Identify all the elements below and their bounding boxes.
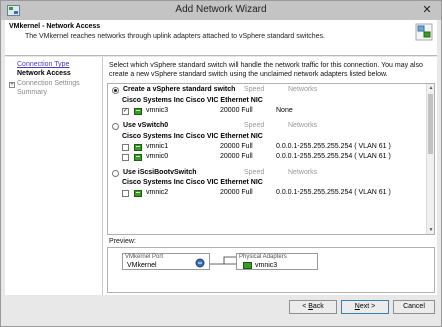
step-content: Select which vSphere standard switch wil… — [105, 57, 437, 295]
adapter-networks: 0.0.0.1-255.255.255.254 ( VLAN 61 ) — [276, 153, 391, 160]
window-title: Add Network Wizard — [175, 4, 267, 15]
speed-column-header: Speed — [244, 86, 265, 93]
preview-pane: VMkernel Port VMkernel Physical Adapters… — [107, 247, 435, 293]
back-button[interactable]: < Back — [289, 300, 337, 314]
adapter-name: vmnic1 — [146, 143, 169, 150]
nav-connection-settings: Connection Settings — [17, 80, 80, 87]
nic-group-title: Cisco Systems Inc Cisco VIC Ethernet NIC — [122, 133, 263, 140]
physical-adapters-group: Physical Adapters vmnic3 — [236, 253, 318, 270]
adapter-speed: 20000 Full — [220, 189, 253, 196]
network-adapter-icon — [134, 144, 142, 151]
window-close-button[interactable]: ✕ — [417, 3, 437, 18]
step-subtitle: The VMkernel reaches networks through up… — [25, 33, 325, 40]
option-use-iscsibootvswitch[interactable]: Use iScsiBootvSwitch Speed Networks — [112, 169, 432, 179]
expand-connection-settings-icon[interactable]: + — [9, 82, 15, 88]
adapter-checkbox[interactable]: ✓ — [122, 108, 129, 115]
connection-line — [210, 256, 236, 265]
adapter-speed: 20000 Full — [220, 143, 253, 150]
switch-selection-list: Create a vSphere standard switch Speed N… — [107, 83, 435, 235]
back-rest: ack — [312, 303, 324, 310]
wizard-header: VMkernel - Network Access The VMkernel r… — [5, 20, 437, 56]
network-adapter-icon — [243, 262, 252, 269]
radio-use-iscsibootvswitch[interactable] — [112, 170, 119, 177]
step-title: VMkernel - Network Access — [9, 23, 101, 30]
next-button[interactable]: Next > — [341, 300, 389, 314]
nav-network-access: Network Access — [17, 70, 71, 77]
nic-group-title: Cisco Systems Inc Cisco VIC Ethernet NIC — [122, 179, 263, 186]
adapter-row[interactable]: ✓ vmnic3 20000 Full None — [122, 107, 422, 116]
radio-create-switch[interactable] — [112, 87, 119, 94]
nic-group-title: Cisco Systems Inc Cisco VIC Ethernet NIC — [122, 97, 263, 104]
network-adapter-icon — [134, 108, 142, 115]
wizard-body: Connection Type Network Access + Connect… — [5, 57, 437, 295]
scroll-down-icon[interactable]: ▼ — [427, 226, 434, 234]
adapter-networks: None — [276, 107, 293, 114]
wizard-steps-nav: Connection Type Network Access + Connect… — [5, 57, 103, 295]
option-create-switch[interactable]: Create a vSphere standard switch Speed N… — [112, 86, 432, 96]
instructions-text: Select which vSphere standard switch wil… — [109, 62, 423, 78]
adapter-networks: 0.0.0.1-255.255.255.254 ( VLAN 61 ) — [276, 143, 391, 150]
speed-column-header: Speed — [244, 169, 265, 176]
adapter-checkbox[interactable] — [122, 190, 129, 197]
adapter-row[interactable]: vmnic2 20000 Full 0.0.0.1-255.255.255.25… — [122, 189, 422, 198]
next-suffix: > — [369, 303, 376, 310]
physical-adapters-header: Physical Adapters — [239, 254, 287, 260]
title-bar: Add Network Wizard ✕ — [1, 1, 441, 20]
port-group-name: VMkernel — [127, 262, 157, 269]
network-adapter-icon — [134, 154, 142, 161]
cancel-button[interactable]: Cancel — [393, 300, 435, 314]
vmkernel-port-group: VMkernel Port VMkernel — [122, 253, 210, 270]
adapter-speed: 20000 Full — [220, 107, 253, 114]
option-label: Use vSwitch0 — [123, 122, 169, 129]
port-group-header: VMkernel Port — [125, 254, 164, 260]
networks-column-header: Networks — [288, 122, 318, 129]
next-rest: ext — [359, 303, 370, 310]
adapter-name: vmnic3 — [146, 107, 169, 114]
speed-column-header: Speed — [244, 122, 265, 129]
scroll-up-icon[interactable]: ▲ — [427, 84, 434, 92]
option-use-vswitch0[interactable]: Use vSwitch0 Speed Networks — [112, 122, 432, 132]
vmware-logo-icon — [415, 23, 433, 41]
adapter-name: vmnic2 — [146, 189, 169, 196]
vmkernel-port-icon — [195, 258, 205, 268]
option-label: Use iScsiBootvSwitch — [123, 169, 197, 176]
adapter-networks: 0.0.0.1-255.255.255.254 ( VLAN 61 ) — [276, 189, 391, 196]
list-scrollbar[interactable]: ▲ ▼ — [426, 84, 434, 234]
network-adapter-icon — [134, 190, 142, 197]
nav-connection-type[interactable]: Connection Type — [17, 61, 69, 68]
adapter-row[interactable]: vmnic1 20000 Full 0.0.0.1-255.255.255.25… — [122, 143, 422, 152]
preview-label: Preview: — [109, 238, 136, 245]
physical-adapter-name: vmnic3 — [255, 262, 278, 269]
adapter-name: vmnic0 — [146, 153, 169, 160]
wizard-footer: < Back Next > Cancel — [5, 295, 437, 325]
adapter-checkbox[interactable] — [122, 144, 129, 151]
networks-column-header: Networks — [288, 86, 318, 93]
adapter-checkbox[interactable] — [122, 154, 129, 161]
networks-column-header: Networks — [288, 169, 318, 176]
add-network-wizard-window: Add Network Wizard ✕ VMkernel - Network … — [0, 0, 442, 327]
option-label: Create a vSphere standard switch — [123, 86, 236, 93]
nav-summary: Summary — [17, 89, 47, 96]
radio-use-vswitch0[interactable] — [112, 123, 119, 130]
adapter-row[interactable]: vmnic0 20000 Full 0.0.0.1-255.255.255.25… — [122, 153, 422, 162]
scrollbar-thumb[interactable] — [428, 94, 433, 154]
adapter-speed: 20000 Full — [220, 153, 253, 160]
